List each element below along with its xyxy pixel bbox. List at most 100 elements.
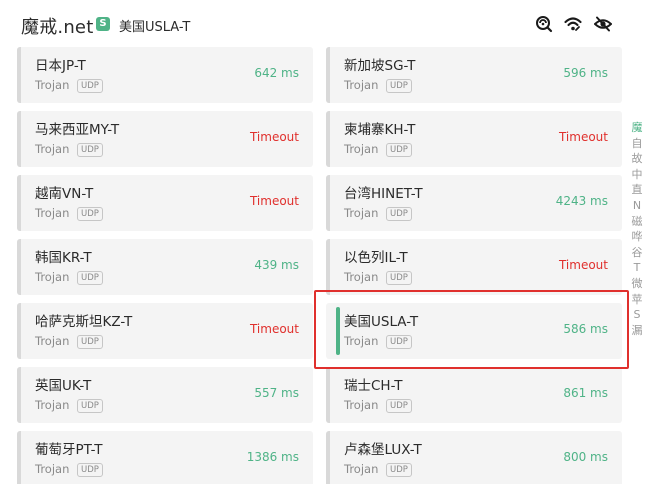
card-edge-bar <box>17 431 21 484</box>
proxy-delay[interactable]: Timeout <box>559 130 608 144</box>
proxy-name: 韩国KR-T <box>35 250 92 266</box>
proxy-protocol: Trojan <box>344 270 379 284</box>
udp-tag: UDP <box>77 143 103 157</box>
proxy-protocol: Trojan <box>35 78 70 92</box>
udp-tag: UDP <box>386 79 412 93</box>
proxy-card[interactable]: 韩国KR-T Trojan UDP 439 ms <box>17 239 313 295</box>
proxy-card[interactable]: 卢森堡LUX-T Trojan UDP 800 ms <box>326 431 622 484</box>
proxy-protocol: Trojan <box>344 462 379 476</box>
wifi-icon[interactable] <box>564 15 582 33</box>
udp-tag: UDP <box>77 335 103 349</box>
card-edge-bar <box>326 239 330 295</box>
udp-tag: UDP <box>77 463 103 477</box>
index-letter[interactable]: N <box>629 198 645 214</box>
eye-slash-icon[interactable] <box>594 15 612 33</box>
proxy-protocol: Trojan <box>344 78 379 92</box>
proxy-name: 越南VN-T <box>35 186 94 202</box>
proxy-card[interactable]: 英国UK-T Trojan UDP 557 ms <box>17 367 313 423</box>
card-edge-bar <box>326 431 330 484</box>
header: 魔戒.net S 美国USLA-T <box>0 0 646 46</box>
index-letter[interactable]: 故 <box>629 151 645 167</box>
index-letter[interactable]: S <box>629 307 645 323</box>
proxy-name: 葡萄牙PT-T <box>35 442 103 458</box>
udp-tag: UDP <box>77 271 103 285</box>
proxy-delay[interactable]: 439 ms <box>254 258 299 272</box>
group-title: 魔戒.net <box>21 17 94 38</box>
proxy-delay[interactable]: Timeout <box>250 130 299 144</box>
proxy-card[interactable]: 哈萨克斯坦KZ-T Trojan UDP Timeout <box>17 303 313 359</box>
index-letter[interactable]: T <box>629 260 645 276</box>
proxy-name: 以色列IL-T <box>344 250 408 266</box>
proxy-protocol: Trojan <box>344 398 379 412</box>
proxy-delay[interactable]: 861 ms <box>563 386 608 400</box>
index-letter[interactable]: 直 <box>629 182 645 198</box>
proxy-protocol: Trojan <box>344 142 379 156</box>
proxy-card[interactable]: 柬埔寨KH-T Trojan UDP Timeout <box>326 111 622 167</box>
proxy-delay[interactable]: 596 ms <box>563 66 608 80</box>
selected-proxy-name: 美国USLA-T <box>119 20 191 35</box>
udp-tag: UDP <box>386 143 412 157</box>
proxy-card[interactable]: 葡萄牙PT-T Trojan UDP 1386 ms <box>17 431 313 484</box>
card-edge-bar <box>17 303 21 359</box>
network-check-icon[interactable] <box>535 15 553 33</box>
udp-tag: UDP <box>77 399 103 413</box>
index-letter[interactable]: 魔 <box>629 120 645 136</box>
udp-tag: UDP <box>386 399 412 413</box>
udp-tag: UDP <box>77 79 103 93</box>
proxy-protocol: Trojan <box>35 142 70 156</box>
proxy-protocol: Trojan <box>35 398 70 412</box>
proxy-name: 哈萨克斯坦KZ-T <box>35 314 133 330</box>
proxy-card[interactable]: 以色列IL-T Trojan UDP Timeout <box>326 239 622 295</box>
proxy-name: 新加坡SG-T <box>344 58 416 74</box>
proxy-delay[interactable]: 800 ms <box>563 450 608 464</box>
proxy-name: 马来西亚MY-T <box>35 122 120 138</box>
proxy-card[interactable]: 台湾HINET-T Trojan UDP 4243 ms <box>326 175 622 231</box>
proxy-protocol: Trojan <box>35 462 70 476</box>
proxy-delay[interactable]: Timeout <box>250 322 299 336</box>
card-edge-bar <box>326 175 330 231</box>
proxy-protocol: Trojan <box>35 270 70 284</box>
index-letter[interactable]: 苹 <box>629 292 645 308</box>
card-edge-bar <box>17 175 21 231</box>
udp-tag: UDP <box>386 463 412 477</box>
selected-indicator <box>336 307 340 355</box>
card-edge-bar <box>326 367 330 423</box>
proxy-delay[interactable]: 557 ms <box>254 386 299 400</box>
index-letter[interactable]: 哗 <box>629 229 645 245</box>
proxy-name: 柬埔寨KH-T <box>344 122 416 138</box>
proxy-protocol: Trojan <box>344 334 379 348</box>
proxy-name: 日本JP-T <box>35 58 86 74</box>
proxy-card[interactable]: 新加坡SG-T Trojan UDP 596 ms <box>326 47 622 103</box>
index-letter[interactable]: 中 <box>629 167 645 183</box>
card-edge-bar <box>17 239 21 295</box>
card-edge-bar <box>17 47 21 103</box>
card-edge-bar <box>17 367 21 423</box>
proxy-card[interactable]: 日本JP-T Trojan UDP 642 ms <box>17 47 313 103</box>
proxy-delay[interactable]: 642 ms <box>254 66 299 80</box>
proxy-protocol: Trojan <box>35 334 70 348</box>
proxy-card-selected[interactable]: 美国USLA-T Trojan UDP 586 ms <box>326 303 622 359</box>
proxy-card[interactable]: 越南VN-T Trojan UDP Timeout <box>17 175 313 231</box>
proxy-protocol: Trojan <box>35 206 70 220</box>
index-bar[interactable]: 魔自故中直N磁哗谷T微苹S漏 <box>629 120 645 338</box>
index-letter[interactable]: 自 <box>629 136 645 152</box>
proxy-name: 卢森堡LUX-T <box>344 442 422 458</box>
udp-tag: UDP <box>386 207 412 221</box>
proxy-delay[interactable]: 1386 ms <box>247 450 299 464</box>
proxy-delay[interactable]: 4243 ms <box>556 194 608 208</box>
card-edge-bar <box>17 111 21 167</box>
proxy-delay[interactable]: Timeout <box>250 194 299 208</box>
index-letter[interactable]: 谷 <box>629 245 645 261</box>
proxy-name: 台湾HINET-T <box>344 186 423 202</box>
card-edge-bar <box>326 111 330 167</box>
proxy-card[interactable]: 瑞士CH-T Trojan UDP 861 ms <box>326 367 622 423</box>
index-letter[interactable]: 微 <box>629 276 645 292</box>
proxy-name: 英国UK-T <box>35 378 92 394</box>
proxy-delay[interactable]: 586 ms <box>563 322 608 336</box>
index-letter[interactable]: 漏 <box>629 323 645 339</box>
proxy-name: 美国USLA-T <box>344 314 419 330</box>
proxy-delay[interactable]: Timeout <box>559 258 608 272</box>
udp-tag: UDP <box>386 335 412 349</box>
index-letter[interactable]: 磁 <box>629 214 645 230</box>
proxy-card[interactable]: 马来西亚MY-T Trojan UDP Timeout <box>17 111 313 167</box>
